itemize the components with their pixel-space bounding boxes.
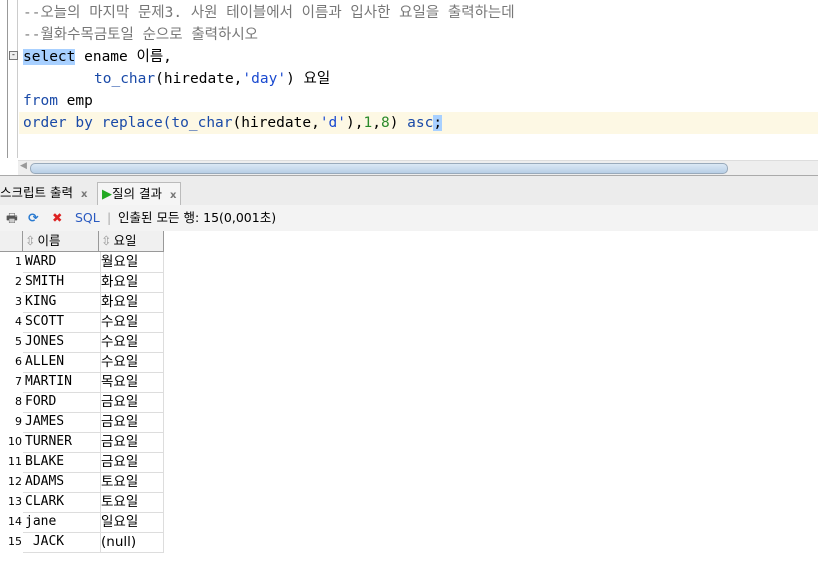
code-text: ), <box>346 115 364 131</box>
tab-label: 질의 결과 <box>112 186 162 201</box>
cell-name[interactable]: JACK <box>23 532 101 553</box>
row-number: 15 <box>8 535 22 548</box>
sort-icon[interactable]: ⇳ <box>99 233 113 248</box>
cell-name[interactable]: KING <box>23 292 101 313</box>
code-line-4: to_char(hiredate,'day') 요일 <box>94 68 330 90</box>
cell-day[interactable]: 금요일 <box>99 392 164 413</box>
keyword: select <box>23 49 76 65</box>
code-text: ename 이름, <box>75 49 172 65</box>
cell-day[interactable]: 화요일 <box>99 272 164 293</box>
run-icon: ▶ <box>102 187 112 202</box>
row-number: 13 <box>8 495 22 508</box>
code-text: , <box>372 115 381 131</box>
cell-day[interactable]: 월요일 <box>99 252 164 273</box>
fetch-status: 인출된 모든 행: 15(0,001초) <box>118 210 277 225</box>
number: 8 <box>380 115 390 131</box>
row-number: 7 <box>15 375 22 388</box>
scroll-left-icon[interactable]: ◀ <box>20 161 27 171</box>
horizontal-scrollbar[interactable]: ◀ <box>18 160 818 175</box>
cell-day[interactable]: 일요일 <box>99 512 164 533</box>
cell-name[interactable]: WARD <box>23 252 101 273</box>
print-icon[interactable]: 🖶 <box>6 205 18 231</box>
gutter-line <box>7 0 8 158</box>
editor-gutter <box>0 0 18 158</box>
row-number: 1 <box>15 255 22 268</box>
row-number: 4 <box>15 315 22 328</box>
row-number: 3 <box>15 295 22 308</box>
cancel-icon[interactable]: ✖ <box>52 205 62 231</box>
code-text: (hiredate, <box>232 115 320 131</box>
sql-button[interactable]: SQL <box>75 205 100 231</box>
keyword: asc <box>407 115 434 131</box>
column-header-name[interactable]: ⇳ 이름 <box>23 231 99 252</box>
cell-name[interactable]: BLAKE <box>23 452 101 473</box>
row-number: 11 <box>8 455 22 468</box>
cell-day[interactable]: (null) <box>99 532 164 553</box>
column-label: 이름 <box>37 233 61 248</box>
cell-day[interactable]: 수요일 <box>99 332 164 353</box>
output-tabs: 스크립트 출력 x ▶질의 결과 x <box>0 181 818 205</box>
code-line-1: --오늘의 마지막 문제3. 사원 테이블에서 이름과 입사한 요일을 출력하는… <box>23 5 515 21</box>
cursor-semicolon: ; <box>433 115 443 131</box>
row-number: 8 <box>15 395 22 408</box>
cell-name[interactable]: SMITH <box>23 272 101 293</box>
close-icon[interactable]: x <box>170 190 176 201</box>
code-line-2: --월화수목금토일 순으로 출력하시오 <box>23 27 259 43</box>
cell-name[interactable]: JONES <box>23 332 101 353</box>
row-number: 14 <box>8 515 22 528</box>
sql-editor[interactable]: - --오늘의 마지막 문제3. 사원 테이블에서 이름과 입사한 요일을 출력… <box>0 0 818 158</box>
number: 1 <box>363 115 373 131</box>
results-grid: ⇳ 이름 ⇳ 요일 1 WARD 월요일 2 SMITH 화요일 3 KING 화요일 4 SCOTT 수… <box>0 231 818 567</box>
row-number: 9 <box>15 415 22 428</box>
cell-name[interactable]: ALLEN <box>23 352 101 373</box>
cell-day[interactable]: 금요일 <box>99 452 164 473</box>
cell-name[interactable]: SCOTT <box>23 312 101 333</box>
tab-query-result[interactable]: ▶질의 결과 x <box>97 182 182 205</box>
cell-day[interactable]: 수요일 <box>99 312 164 333</box>
cell-name[interactable]: jane <box>23 512 101 533</box>
scrollbar-thumb[interactable] <box>30 163 728 174</box>
row-number: 5 <box>15 335 22 348</box>
results-toolbar: 🖶 ⟳ ✖ SQL | 인출된 모든 행: 15(0,001초) <box>0 205 818 231</box>
cell-day[interactable]: 화요일 <box>99 292 164 313</box>
cell-day[interactable]: 수요일 <box>99 352 164 373</box>
string: 'day' <box>242 71 287 87</box>
cell-name[interactable]: TURNER <box>23 432 101 453</box>
cell-day[interactable]: 금요일 <box>99 412 164 433</box>
cell-day[interactable]: 토요일 <box>99 472 164 493</box>
close-icon[interactable]: x <box>81 189 87 200</box>
refresh-icon[interactable]: ⟳ <box>28 205 38 231</box>
code-line-3: select ename 이름, <box>23 46 172 68</box>
tab-label: 스크립트 출력 <box>0 185 73 200</box>
divider: | <box>107 210 112 225</box>
code-text: emp <box>57 93 93 109</box>
row-number: 2 <box>15 275 22 288</box>
code-text: ) 요일 <box>286 71 331 87</box>
cell-day[interactable]: 금요일 <box>99 432 164 453</box>
cell-name[interactable]: MARTIN <box>23 372 101 393</box>
row-number: 10 <box>8 435 22 448</box>
column-label: 요일 <box>113 233 137 248</box>
cell-day[interactable]: 토요일 <box>99 492 164 513</box>
tab-script-output[interactable]: 스크립트 출력 x <box>0 182 91 204</box>
keyword: from <box>23 93 58 109</box>
row-number: 6 <box>15 355 22 368</box>
code-line-5: from emp <box>23 90 93 112</box>
cell-name[interactable]: FORD <box>23 392 101 413</box>
row-number: 12 <box>8 475 22 488</box>
cell-day[interactable]: 목요일 <box>99 372 164 393</box>
cell-name[interactable]: JAMES <box>23 412 101 433</box>
cell-name[interactable]: ADAMS <box>23 472 101 493</box>
function: to_char <box>94 71 156 87</box>
column-header-day[interactable]: ⇳ 요일 <box>99 231 164 252</box>
fold-collapse-icon[interactable]: - <box>9 51 18 60</box>
string: 'd' <box>319 115 347 131</box>
keyword: order by replace(to_char <box>23 115 233 131</box>
code-text: ) <box>389 115 408 131</box>
cell-name[interactable]: CLARK <box>23 492 101 513</box>
row-number-header <box>0 231 23 252</box>
sort-icon[interactable]: ⇳ <box>23 233 37 248</box>
code-text: (hiredate, <box>155 71 243 87</box>
code-line-6: order by replace(to_char(hiredate,'d'),1… <box>19 112 818 134</box>
